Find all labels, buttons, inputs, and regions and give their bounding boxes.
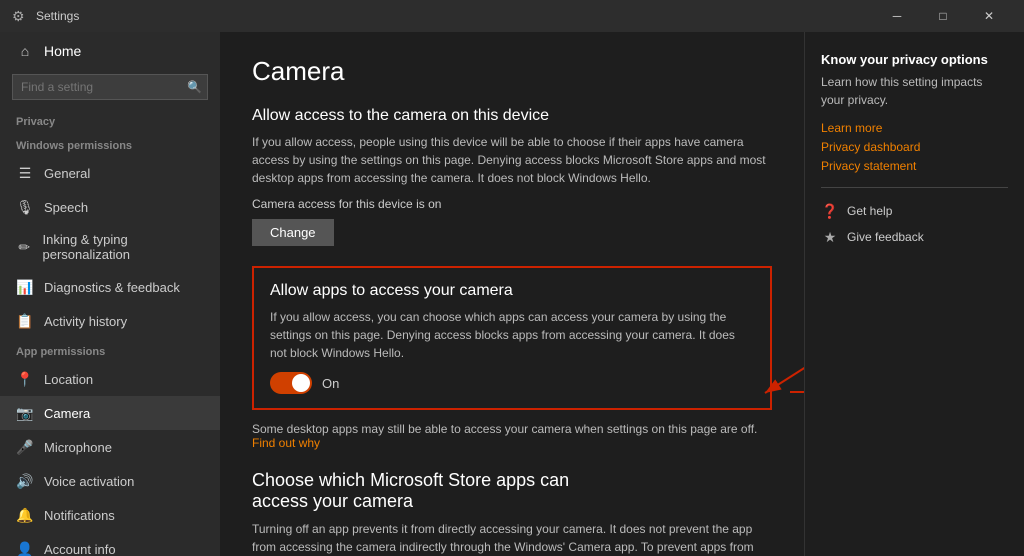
sidebar-item-location-label: Location xyxy=(44,372,93,387)
titlebar: ⚙ Settings ─ □ ✕ xyxy=(0,0,1024,32)
camera-sidebar-icon: 📷 xyxy=(16,404,34,422)
sidebar-item-diagnostics-label: Diagnostics & feedback xyxy=(44,280,180,295)
privacy-label: Privacy xyxy=(0,108,220,132)
sidebar-search-container: 🔍 xyxy=(12,74,208,100)
give-feedback-label: Give feedback xyxy=(847,230,924,244)
sidebar-item-microphone[interactable]: 🎤 Microphone xyxy=(0,430,220,464)
sidebar-item-speech[interactable]: 🎙 Speech xyxy=(0,190,220,224)
location-icon: 📍 xyxy=(16,370,34,388)
give-feedback-action[interactable]: ★ Give feedback xyxy=(821,228,1008,246)
notifications-icon: 🔔 xyxy=(16,506,34,524)
voice-icon: 🔊 xyxy=(16,472,34,490)
device-section-heading: Allow access to the camera on this devic… xyxy=(252,107,772,125)
toggle-thumb xyxy=(292,374,310,392)
page-title: Camera xyxy=(252,56,772,87)
sidebar-item-home[interactable]: ⌂ Home xyxy=(0,32,220,70)
sidebar-item-camera-label: Camera xyxy=(44,406,90,421)
privacy-statement-link[interactable]: Privacy statement xyxy=(821,159,1008,173)
sidebar-item-accountinfo-label: Account info xyxy=(44,542,116,556)
sidebar-item-notifications-label: Notifications xyxy=(44,508,115,523)
titlebar-title: Settings xyxy=(36,9,874,23)
right-panel-title: Know your privacy options xyxy=(821,52,1008,67)
sidebar-item-diagnostics[interactable]: 📊 Diagnostics & feedback xyxy=(0,270,220,304)
close-button[interactable]: ✕ xyxy=(966,0,1012,32)
search-input[interactable] xyxy=(12,74,208,100)
get-help-action[interactable]: ❓ Get help xyxy=(821,202,1008,220)
maximize-button[interactable]: □ xyxy=(920,0,966,32)
find-out-why-link[interactable]: Find out why xyxy=(252,436,320,450)
sidebar-item-inking[interactable]: ✏ Inking & typing personalization xyxy=(0,224,220,270)
accountinfo-icon: 👤 xyxy=(16,540,34,556)
window-controls: ─ □ ✕ xyxy=(874,0,1012,32)
sidebar-item-speech-label: Speech xyxy=(44,200,88,215)
app-body: ⌂ Home 🔍 Privacy Windows permissions ☰ G… xyxy=(0,32,1024,556)
apps-toggle-row: On xyxy=(270,372,754,394)
sidebar-item-inking-label: Inking & typing personalization xyxy=(42,232,204,262)
apps-toggle-label: On xyxy=(322,376,339,391)
activity-icon: 📋 xyxy=(16,312,34,330)
settings-icon: ⚙ xyxy=(12,8,28,24)
apps-section-heading: Allow apps to access your camera xyxy=(270,282,754,300)
sidebar-item-general[interactable]: ☰ General xyxy=(0,156,220,190)
device-section-description: If you allow access, people using this d… xyxy=(252,133,772,187)
feedback-icon: ★ xyxy=(821,228,839,246)
change-button[interactable]: Change xyxy=(252,219,334,246)
sidebar-home-label: Home xyxy=(44,43,81,59)
sidebar-item-voice-label: Voice activation xyxy=(44,474,134,489)
panel-divider xyxy=(821,187,1008,188)
sidebar-item-camera[interactable]: 📷 Camera xyxy=(0,396,220,430)
device-access-label: Camera access for this device is on xyxy=(252,197,772,211)
store-section-description: Turning off an app prevents it from dire… xyxy=(252,520,772,556)
sidebar-item-activity[interactable]: 📋 Activity history xyxy=(0,304,220,338)
learn-more-link[interactable]: Learn more xyxy=(821,121,1008,135)
app-permissions-label: App permissions xyxy=(0,338,220,362)
speech-icon: 🎙 xyxy=(16,198,34,216)
main-content: Camera Allow access to the camera on thi… xyxy=(220,32,804,556)
inking-icon: ✏ xyxy=(16,238,32,256)
apps-access-toggle[interactable] xyxy=(270,372,312,394)
sidebar-item-activity-label: Activity history xyxy=(44,314,127,329)
microphone-icon: 🎤 xyxy=(16,438,34,456)
sidebar: ⌂ Home 🔍 Privacy Windows permissions ☰ G… xyxy=(0,32,220,556)
sidebar-item-accountinfo[interactable]: 👤 Account info xyxy=(0,532,220,556)
sidebar-item-microphone-label: Microphone xyxy=(44,440,112,455)
right-panel-description: Learn how this setting impacts your priv… xyxy=(821,73,1008,109)
apps-access-section: Allow apps to access your camera If you … xyxy=(252,266,772,410)
general-icon: ☰ xyxy=(16,164,34,182)
sidebar-item-notifications[interactable]: 🔔 Notifications xyxy=(0,498,220,532)
footer-text: Some desktop apps may still be able to a… xyxy=(252,422,772,450)
diagnostics-icon: 📊 xyxy=(16,278,34,296)
sidebar-item-location[interactable]: 📍 Location xyxy=(0,362,220,396)
minimize-button[interactable]: ─ xyxy=(874,0,920,32)
sidebar-item-voice[interactable]: 🔊 Voice activation xyxy=(0,464,220,498)
help-icon: ❓ xyxy=(821,202,839,220)
store-apps-heading: Choose which Microsoft Store apps can ac… xyxy=(252,470,592,512)
search-icon: 🔍 xyxy=(187,80,202,94)
sidebar-item-general-label: General xyxy=(44,166,90,181)
privacy-dashboard-link[interactable]: Privacy dashboard xyxy=(821,140,1008,154)
get-help-label: Get help xyxy=(847,204,892,218)
apps-section-description: If you allow access, you can choose whic… xyxy=(270,308,754,362)
home-icon: ⌂ xyxy=(16,42,34,60)
right-panel: Know your privacy options Learn how this… xyxy=(804,32,1024,556)
arrow-annotation-2 xyxy=(780,372,804,412)
arrow-annotation-1 xyxy=(750,348,804,408)
windows-permissions-label: Windows permissions xyxy=(0,132,220,156)
